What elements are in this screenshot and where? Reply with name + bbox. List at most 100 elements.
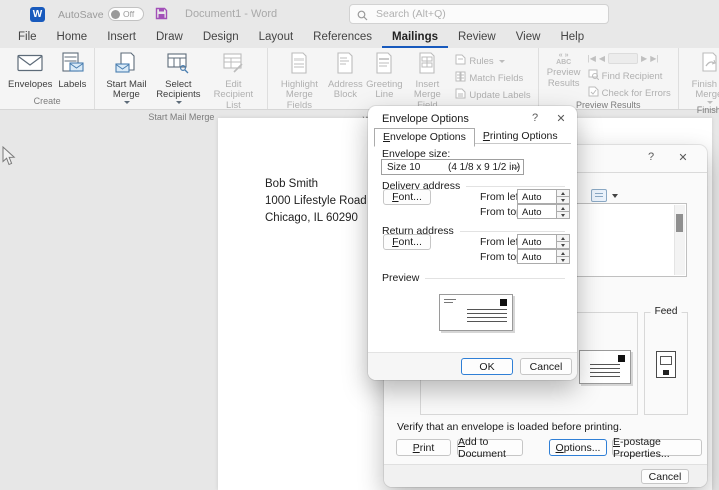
address-book-caret-icon[interactable] — [612, 194, 618, 198]
spinner-down-icon[interactable] — [557, 211, 569, 218]
rules-label: Rules — [469, 56, 493, 67]
close-icon[interactable]: ✕ — [554, 112, 568, 125]
delivery-font-button[interactable]: Font... — [383, 189, 431, 205]
highlight-merge-fields-button[interactable]: Highlight Merge Fields — [273, 51, 325, 112]
return-from-top-value: Auto — [518, 250, 556, 263]
tab-review[interactable]: Review — [448, 28, 506, 48]
delivery-from-left-value: Auto — [518, 190, 556, 203]
envelope-preview-image — [579, 350, 631, 384]
search-box[interactable] — [349, 4, 609, 24]
save-icon[interactable] — [155, 7, 168, 25]
print-button[interactable]: Print — [396, 439, 451, 456]
ribbon-tab-bar: File Home Insert Draw Design Layout Refe… — [0, 28, 719, 48]
edit-recipient-list-button[interactable]: Edit Recipient List — [204, 51, 262, 112]
tab-help[interactable]: Help — [550, 28, 594, 48]
cancel-button-label: Cancel — [649, 471, 682, 483]
spinner-down-icon[interactable] — [557, 256, 569, 263]
ok-button[interactable]: OK — [461, 358, 513, 375]
tab-file[interactable]: File — [8, 28, 47, 48]
dialog-tabs: Envelope Options Printing Options — [374, 128, 566, 147]
group-label-finish: Finish — [682, 105, 719, 118]
last-record-icon[interactable]: ▶| — [650, 54, 658, 63]
tab-printing-options[interactable]: Printing Options — [475, 128, 566, 147]
search-input[interactable] — [349, 4, 609, 24]
envelope-size-dropdown[interactable]: Size 10 (4 1/8 x 9 1/2 in) — [381, 159, 524, 175]
epostage-properties-button[interactable]: E-postage Properties... — [612, 439, 702, 456]
highlight-merge-fields-label: Highlight Merge Fields — [276, 80, 322, 112]
next-record-icon[interactable]: ▶ — [641, 54, 647, 63]
select-recipients-label: Select Recipients — [155, 80, 201, 101]
update-labels-button[interactable]: Update Labels — [455, 88, 530, 102]
greeting-line-button[interactable]: Greeting Line — [365, 51, 403, 102]
highlight-merge-fields-icon — [289, 52, 309, 78]
delivery-from-top-value: Auto — [518, 205, 556, 218]
tab-design[interactable]: Design — [193, 28, 249, 48]
match-fields-button[interactable]: Match Fields — [455, 71, 530, 85]
toggle-knob-icon — [111, 10, 120, 19]
address-line: 1000 Lifestyle Road — [265, 193, 367, 210]
labels-button[interactable]: Labels — [55, 51, 89, 91]
autosave-toggle[interactable]: Off — [108, 7, 144, 21]
close-icon[interactable]: ✕ — [676, 151, 690, 164]
envelopes-label: Envelopes — [8, 80, 52, 91]
find-recipient-button[interactable]: Find Recipient — [588, 69, 671, 83]
address-book-icon[interactable] — [591, 189, 607, 202]
tab-envelope-options[interactable]: Envelope Options — [374, 128, 475, 147]
return-font-button[interactable]: Font... — [383, 234, 431, 250]
return-from-top-spinner[interactable]: Auto — [517, 249, 570, 264]
epostage-properties-label: E-postage Properties... — [613, 436, 701, 460]
add-to-document-button[interactable]: Add to Document — [457, 439, 523, 456]
word-logo-icon[interactable]: W — [30, 7, 45, 22]
dropdown-caret-icon — [124, 101, 130, 104]
envelopes-button[interactable]: Envelopes — [5, 51, 55, 91]
scrollbar-thumb[interactable] — [676, 214, 683, 232]
record-navigator: |◀ ◀ ▶ ▶| — [588, 52, 671, 66]
stamp-icon — [500, 299, 507, 306]
rules-button[interactable]: Rules — [455, 54, 530, 68]
scrollbar[interactable] — [674, 205, 685, 275]
return-from-left-spinner[interactable]: Auto — [517, 234, 570, 249]
goto-record-field[interactable] — [608, 53, 638, 64]
spinner-down-icon[interactable] — [557, 241, 569, 248]
tab-insert[interactable]: Insert — [97, 28, 146, 48]
tab-references[interactable]: References — [303, 28, 382, 48]
labels-icon — [59, 52, 85, 78]
tab-mailings[interactable]: Mailings — [382, 28, 448, 48]
tab-layout[interactable]: Layout — [249, 28, 304, 48]
options-button[interactable]: Options... — [549, 439, 607, 456]
tab-view[interactable]: View — [506, 28, 551, 48]
start-mail-merge-button[interactable]: Start Mail Merge — [100, 51, 152, 105]
preview-results-button[interactable]: « »ABC Preview Results — [544, 51, 584, 90]
tab-draw[interactable]: Draw — [146, 28, 193, 48]
cancel-button[interactable]: Cancel — [641, 469, 689, 484]
word-window: W AutoSave Off Document1 - Word File Hom… — [0, 0, 719, 490]
envelope-preview-image — [439, 294, 513, 331]
spinner-down-icon[interactable] — [557, 196, 569, 203]
document-address-block: Bob Smith 1000 Lifestyle Road Chicago, I… — [265, 176, 367, 227]
address-line: Chicago, IL 60290 — [265, 210, 367, 227]
envelope-options-dialog: Envelope Options ? ✕ Envelope Options Pr… — [368, 106, 577, 380]
check-for-errors-button[interactable]: Check for Errors — [588, 86, 671, 100]
ribbon-group-finish: Finish & Merge Finish — [679, 48, 719, 109]
tab-home[interactable]: Home — [47, 28, 98, 48]
feed-orientation-icon[interactable] — [656, 351, 676, 378]
greeting-line-label: Greeting Line — [366, 80, 402, 101]
return-from-left-value: Auto — [518, 235, 556, 248]
first-record-icon[interactable]: |◀ — [588, 54, 596, 63]
finish-merge-label: Finish & Merge — [687, 80, 719, 101]
dropdown-caret-icon — [499, 60, 505, 63]
help-icon[interactable]: ? — [528, 112, 542, 124]
finish-merge-button[interactable]: Finish & Merge — [684, 51, 719, 105]
finish-merge-icon — [698, 52, 719, 78]
mouse-cursor-icon — [2, 146, 16, 171]
previous-record-icon[interactable]: ◀ — [599, 54, 605, 63]
select-recipients-button[interactable]: Select Recipients — [152, 51, 204, 105]
autosave-state: Off — [123, 9, 134, 19]
cancel-button[interactable]: Cancel — [520, 358, 572, 375]
edit-recipient-list-label: Edit Recipient List — [207, 80, 259, 112]
help-icon[interactable]: ? — [644, 151, 658, 163]
delivery-from-left-spinner[interactable]: Auto — [517, 189, 570, 204]
delivery-from-top-spinner[interactable]: Auto — [517, 204, 570, 219]
address-block-button[interactable]: Address Block — [325, 51, 365, 102]
update-labels-icon — [455, 88, 466, 102]
